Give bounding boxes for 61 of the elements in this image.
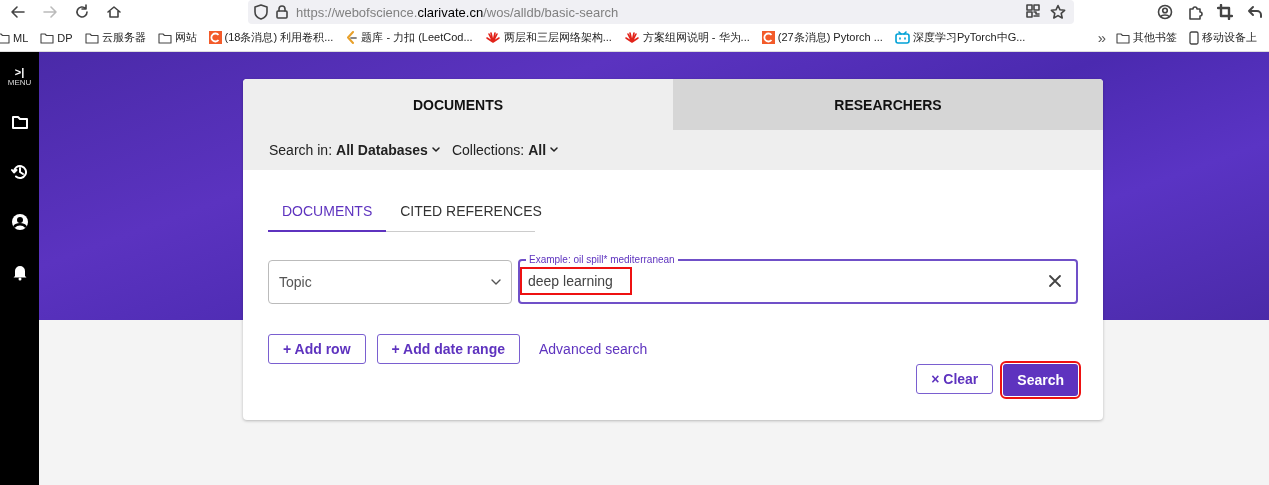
folder-icon[interactable]	[10, 113, 29, 131]
puzzle-icon[interactable]	[1187, 4, 1203, 20]
field-select[interactable]: Topic	[268, 260, 512, 304]
address-bar[interactable]: https://webofscience.clarivate.cn/wos/alldb/basic-search	[248, 0, 1074, 24]
letter-c-logo-icon	[761, 31, 775, 44]
close-icon[interactable]	[1048, 274, 1062, 288]
chevron-down-icon	[491, 279, 501, 285]
lock-icon	[276, 5, 288, 19]
letter-c-logo-icon	[208, 31, 222, 44]
bookmark-item[interactable]: 深度学习PyTorch中G...	[894, 30, 1026, 45]
back-icon[interactable]	[9, 3, 27, 21]
undo-arrow-icon[interactable]	[1247, 4, 1263, 20]
chevron-down-icon	[550, 147, 559, 153]
outline-button[interactable]: + Add date range	[376, 334, 520, 364]
home-icon[interactable]	[105, 3, 123, 21]
flower-logo-icon	[484, 31, 501, 44]
folder-icon	[84, 31, 99, 44]
bookmark-item[interactable]: 其他书签	[1116, 30, 1177, 45]
reload-icon[interactable]	[73, 3, 91, 21]
crop-icon[interactable]	[1217, 4, 1233, 20]
search-type-tab[interactable]: DOCUMENTS	[243, 79, 673, 130]
star-icon[interactable]	[1050, 4, 1066, 20]
url-text: https://webofscience.clarivate.cn/wos/alldb/basic-search	[296, 4, 619, 20]
folder-icon	[1116, 31, 1130, 44]
menu-toggle[interactable]: >|	[14, 66, 25, 78]
advanced-search-link[interactable]: Advanced search	[539, 341, 648, 357]
bookmark-item[interactable]: 网站	[157, 30, 197, 45]
search-mode-tab[interactable]: DOCUMENTS	[268, 199, 387, 232]
search-type-tab[interactable]: RESEARCHERS	[673, 79, 1103, 130]
bookmark-item[interactable]: (18条消息) 利用卷积...	[208, 30, 334, 45]
flower-logo-icon	[623, 31, 640, 44]
account-icon[interactable]	[1157, 4, 1173, 20]
account-icon[interactable]	[10, 213, 29, 231]
folder-icon	[0, 31, 10, 44]
folder-icon	[40, 31, 55, 44]
history-icon[interactable]	[10, 163, 29, 181]
search-mode-tab[interactable]: CITED REFERENCES	[386, 199, 556, 232]
filter-dropdown[interactable]: Collections: All	[451, 142, 559, 158]
bookmark-item[interactable]: 两层和三层网络架构...	[484, 30, 612, 45]
bookmark-item[interactable]: 云服务器	[84, 30, 146, 45]
bookmark-item[interactable]: 方案组网说明 - 华为...	[623, 30, 750, 45]
tv-logo-icon	[894, 31, 910, 44]
more-bookmarks-button[interactable]: »	[1097, 29, 1106, 46]
menu-label: MENU	[7, 78, 32, 87]
highlight-box: deep learning	[520, 267, 632, 295]
search-button[interactable]: Search	[1003, 364, 1078, 396]
search-input[interactable]: Example: oil spill* mediterranean deep learning	[518, 254, 1078, 304]
bookmark-item[interactable]: DP	[40, 31, 73, 44]
bookmark-item[interactable]: 题库 - 力扣 (LeetCod...	[345, 30, 473, 45]
qr-code-icon[interactable]	[1026, 4, 1040, 18]
shield-icon	[254, 4, 268, 20]
bookmark-item[interactable]: ML	[0, 31, 29, 44]
clear-button[interactable]: × Clear	[916, 364, 994, 394]
leetcode-logo-icon	[345, 30, 359, 45]
folder-icon	[157, 31, 172, 44]
filter-dropdown[interactable]: Search in: All Databases	[269, 142, 440, 158]
outline-button[interactable]: + Add row	[268, 334, 366, 364]
bookmark-item[interactable]: (27条消息) Pytorch ...	[761, 30, 883, 45]
phone-icon	[1189, 30, 1199, 45]
bookmark-item[interactable]: 移动设备上	[1189, 30, 1257, 45]
chevron-down-icon	[431, 147, 440, 153]
